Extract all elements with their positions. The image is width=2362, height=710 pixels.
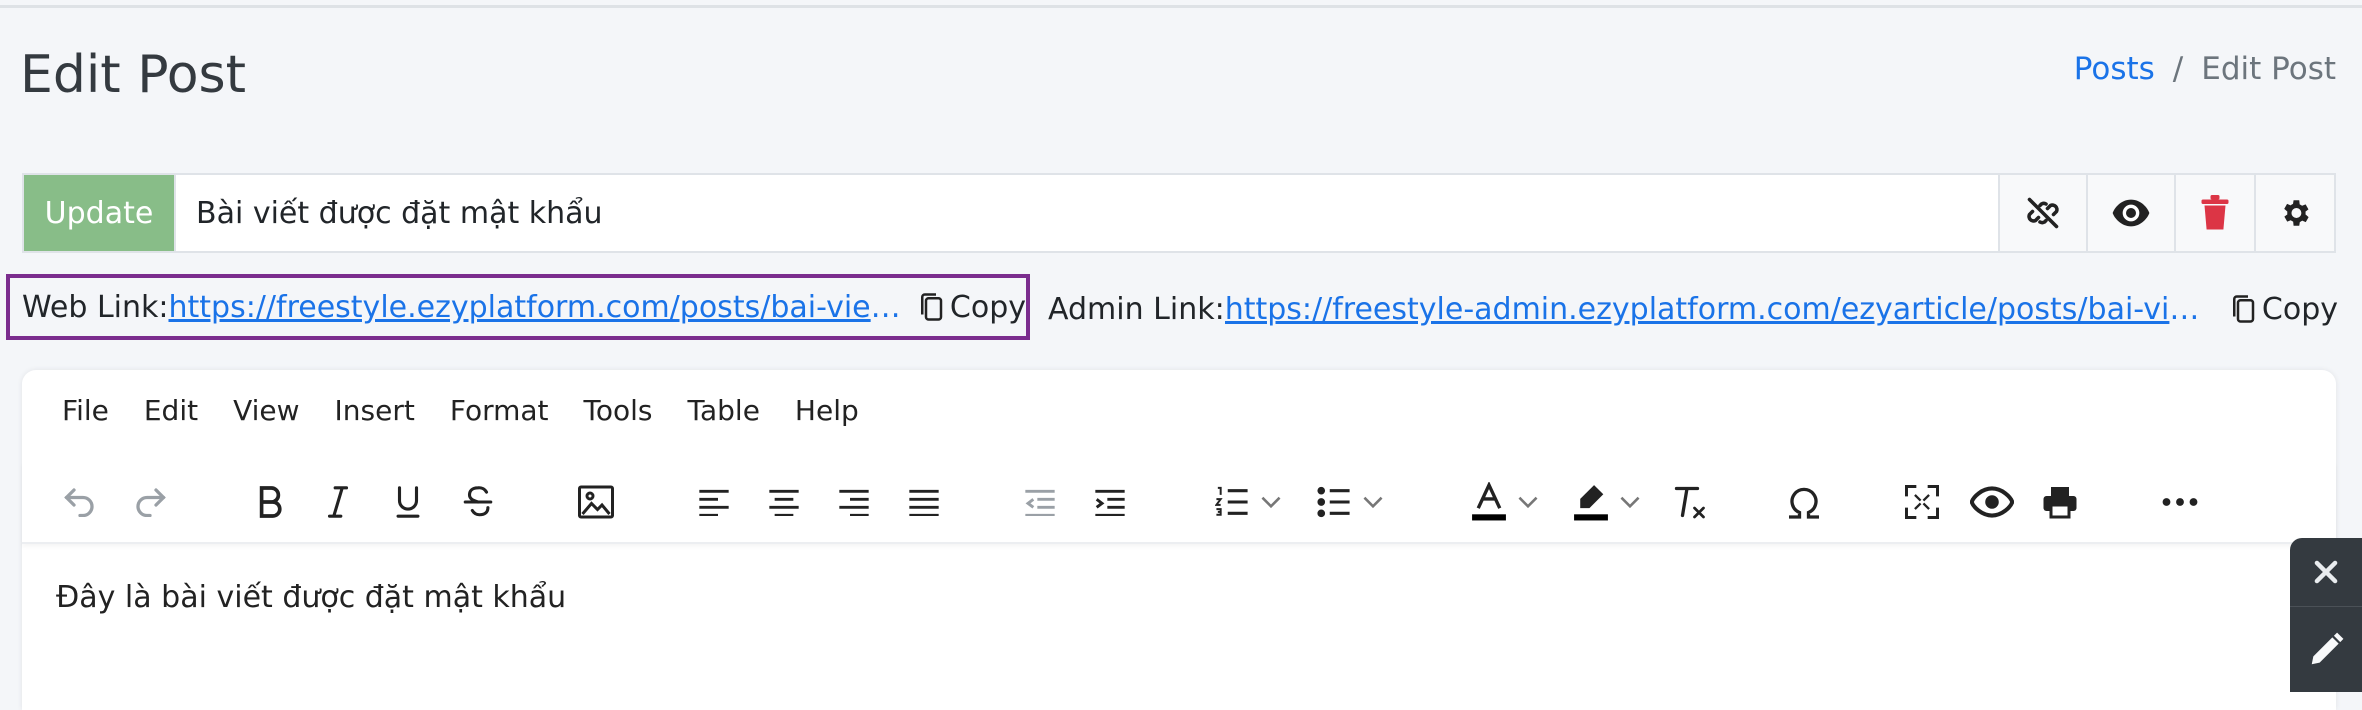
update-button[interactable]: Update [24, 175, 176, 251]
admin-link-copy-label: Copy [2261, 291, 2338, 327]
editor-content[interactable]: Đây là bài viết được đặt mật khẩu [56, 580, 566, 615]
preview-toolbar-button[interactable] [1968, 476, 2016, 528]
floating-side-panel [2290, 538, 2362, 692]
admin-link: Admin Link: https://freestyle-admin.ezyp… [1048, 278, 2338, 340]
page-title: Edit Post [20, 45, 247, 105]
bold-button[interactable] [250, 476, 290, 528]
menu-table[interactable]: Table [688, 394, 760, 427]
web-link-copy-label: Copy [949, 289, 1026, 325]
preview-button[interactable] [2086, 175, 2174, 251]
italic-button[interactable] [318, 476, 358, 528]
bold-icon [259, 486, 282, 518]
clear-formatting-icon [1674, 486, 1705, 519]
admin-link-label: Admin Link: [1048, 291, 1225, 327]
editor-menubar: File Edit View Insert Format Tools Table… [62, 394, 894, 427]
image-icon [578, 485, 614, 519]
redo-button[interactable] [128, 476, 172, 528]
redo-icon [136, 488, 166, 517]
chevron-down-icon [1363, 496, 1383, 509]
eye-icon [1970, 486, 2014, 518]
highlight-color-button[interactable] [1564, 476, 1648, 528]
close-panel-button[interactable] [2290, 538, 2362, 607]
breadcrumb-separator: / [2172, 51, 2184, 87]
breadcrumb-current: Edit Post [2201, 51, 2336, 87]
menu-help[interactable]: Help [795, 394, 859, 427]
strikethrough-icon [463, 486, 493, 517]
align-center-icon [769, 489, 799, 516]
unlink-icon [2027, 197, 2059, 229]
bullet-list-icon [1317, 486, 1350, 518]
chevron-down-icon [1620, 496, 1640, 509]
justify-icon [909, 489, 939, 516]
menu-view[interactable]: View [233, 394, 299, 427]
chevron-down-icon [1261, 496, 1281, 509]
outdent-icon [1025, 489, 1055, 516]
web-link-box: Web Link: https://freestyle.ezyplatform.… [6, 274, 1030, 340]
copy-icon [2232, 295, 2255, 323]
text-color-button[interactable] [1462, 476, 1546, 528]
italic-icon [327, 486, 349, 518]
bullet-list-button[interactable] [1310, 476, 1390, 528]
breadcrumb: Posts / Edit Post [2074, 48, 2336, 90]
underline-icon [396, 486, 420, 518]
pencil-icon [2311, 632, 2344, 665]
menu-format[interactable]: Format [450, 394, 549, 427]
insert-image-button[interactable] [574, 476, 618, 528]
admin-link-copy-button[interactable]: Copy [2230, 292, 2338, 327]
trash-icon [2201, 195, 2229, 230]
undo-button[interactable] [58, 476, 102, 528]
fullscreen-button[interactable] [1900, 476, 1944, 528]
indent-button[interactable] [1090, 476, 1130, 528]
menu-edit[interactable]: Edit [144, 394, 198, 427]
underline-button[interactable] [388, 476, 428, 528]
chevron-down-icon [1518, 496, 1538, 509]
align-center-button[interactable] [764, 476, 804, 528]
settings-button[interactable] [2254, 175, 2334, 251]
justify-button[interactable] [904, 476, 944, 528]
rich-text-editor: File Edit View Insert Format Tools Table… [22, 370, 2336, 710]
numbered-list-icon [1215, 486, 1248, 516]
undo-icon [64, 488, 94, 517]
indent-icon [1095, 489, 1125, 516]
print-button[interactable] [2038, 476, 2082, 528]
web-link-copy-button[interactable]: Copy [918, 290, 1026, 325]
edit-panel-button[interactable] [2290, 610, 2362, 690]
more-button[interactable] [2158, 476, 2202, 528]
menu-file[interactable]: File [62, 394, 109, 427]
unlink-button[interactable] [1998, 175, 2086, 251]
outdent-button[interactable] [1020, 476, 1060, 528]
title-bar: Update [22, 173, 2336, 253]
web-link-label: Web Link: [22, 289, 169, 325]
strikethrough-button[interactable] [458, 476, 498, 528]
align-left-button[interactable] [694, 476, 734, 528]
top-divider [0, 0, 2362, 8]
special-character-button[interactable] [1782, 476, 1826, 528]
align-right-icon [839, 489, 869, 516]
copy-icon [920, 293, 943, 321]
print-icon [2043, 487, 2077, 519]
omega-icon [1789, 487, 1819, 519]
text-color-icon [1472, 482, 1506, 521]
numbered-list-button[interactable] [1208, 476, 1288, 528]
fullscreen-icon [1905, 485, 1939, 519]
eye-icon [2112, 199, 2150, 227]
web-link-url[interactable]: https://freestyle.ezyplatform.com/posts/… [168, 290, 903, 325]
highlighter-icon [1574, 485, 1608, 521]
admin-link-url[interactable]: https://freestyle-admin.ezyplatform.com/… [1225, 292, 2200, 327]
align-left-icon [699, 489, 729, 516]
gear-icon [2284, 200, 2309, 226]
close-icon [2314, 560, 2338, 584]
post-title-input[interactable] [176, 175, 1998, 251]
editor-toolbar [22, 462, 2336, 544]
menu-tools[interactable]: Tools [584, 394, 653, 427]
delete-button[interactable] [2174, 175, 2254, 251]
align-right-button[interactable] [834, 476, 874, 528]
link-row: Web Link: https://freestyle.ezyplatform.… [0, 274, 2362, 344]
clear-formatting-button[interactable] [1668, 476, 1712, 528]
menu-insert[interactable]: Insert [335, 394, 415, 427]
breadcrumb-posts-link[interactable]: Posts [2074, 48, 2155, 90]
more-dots-icon [2162, 498, 2198, 506]
